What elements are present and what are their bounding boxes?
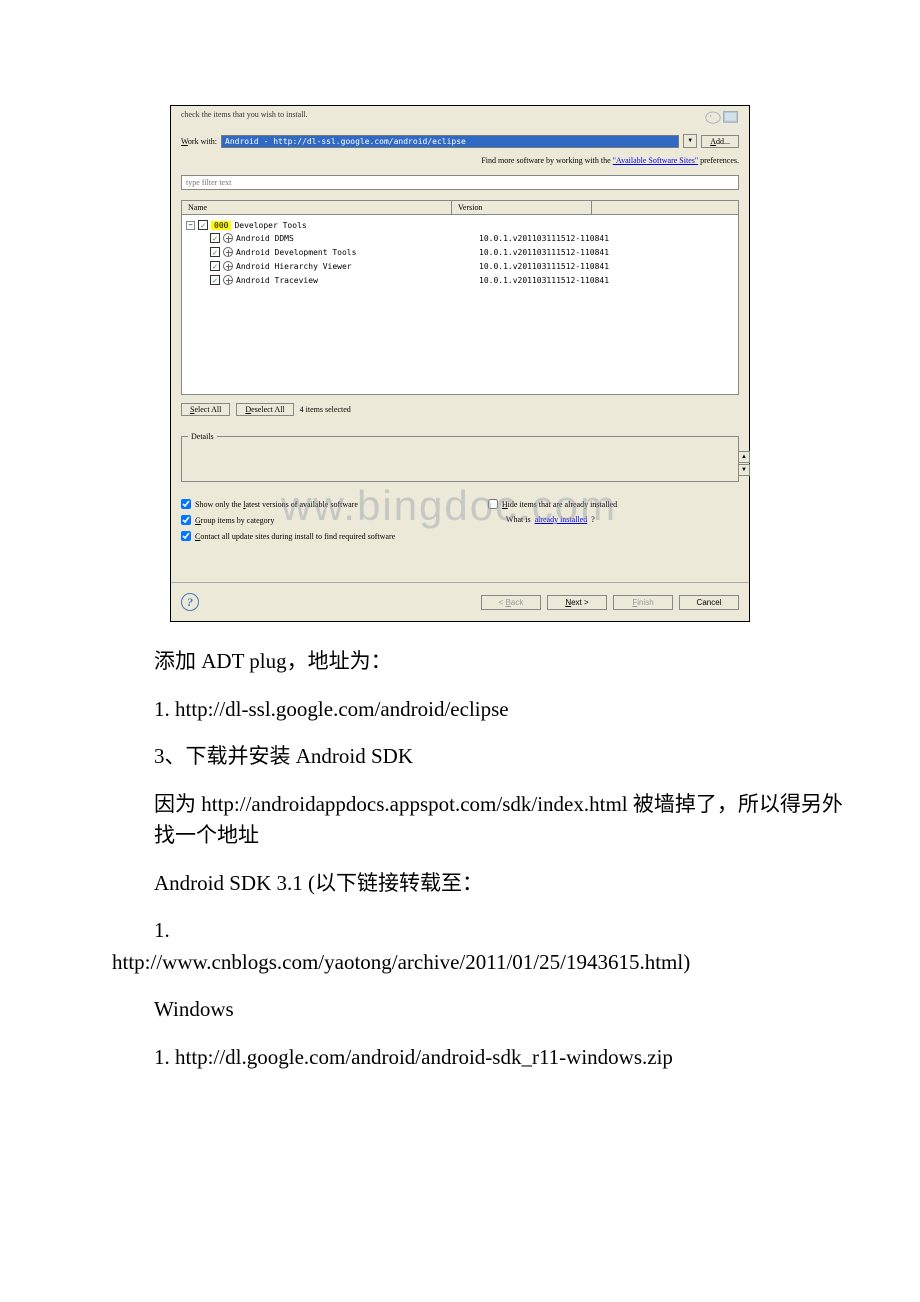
already-row: What is already installed ? xyxy=(488,512,739,527)
software-tree: Name Version − ✓ 000 Developer Tools ✓ A… xyxy=(181,200,739,395)
option-row: Contact all update sites during install … xyxy=(181,528,488,544)
opt-contact-label: Contact all update sites during install … xyxy=(195,532,395,541)
work-with-label: Work with: xyxy=(181,137,217,146)
article-p4: 因为 http://androidappdocs.appspot.com/sdk… xyxy=(154,789,850,852)
child-version: 10.0.1.v201103111512-110841 xyxy=(479,276,609,285)
child-checkbox[interactable]: ✓ xyxy=(210,275,220,285)
child-name: Android Traceview xyxy=(236,276,476,285)
work-with-input[interactable] xyxy=(221,135,679,148)
back-button[interactable]: < Back xyxy=(481,595,541,610)
tree-child-row[interactable]: ✓ Android Hierarchy Viewer 10.0.1.v20110… xyxy=(186,259,734,273)
article-content: 添加 ADT plug，地址为： 1. http://dl-ssl.google… xyxy=(0,622,920,1119)
next-button[interactable]: Next > xyxy=(547,595,607,610)
button-bar: ? < Back Next > Finish Cancel xyxy=(171,582,749,621)
article-p1: 添加 ADT plug，地址为： xyxy=(154,646,850,678)
article-p6a: 1. xyxy=(154,915,850,947)
install-dialog: check the items that you wish to install… xyxy=(170,105,750,622)
child-checkbox[interactable]: ✓ xyxy=(210,261,220,271)
tree-header: Name Version xyxy=(181,200,739,215)
already-installed-link[interactable]: already installed xyxy=(535,515,588,524)
child-name: Android Hierarchy Viewer xyxy=(236,262,476,271)
details-fieldset: Details ▲ ▼ xyxy=(181,432,739,482)
opt-latest-label: Show only the latest versions of availab… xyxy=(195,500,358,509)
header-logo-icon xyxy=(701,106,741,128)
add-button[interactable]: Add... xyxy=(701,135,739,148)
already-prefix: What is xyxy=(506,515,531,524)
deselect-all-button[interactable]: Deselect All xyxy=(236,403,293,416)
column-name[interactable]: Name xyxy=(182,201,452,214)
opt-contact-checkbox[interactable] xyxy=(181,531,191,541)
items-selected-label: 4 items selected xyxy=(300,405,351,414)
details-scroll: ▲ ▼ xyxy=(738,451,750,476)
already-suffix: ? xyxy=(591,515,595,524)
help-icon[interactable]: ? xyxy=(181,593,199,611)
select-all-button[interactable]: Select All xyxy=(181,403,230,416)
article-p6b: http://www.cnblogs.com/yaotong/archive/2… xyxy=(112,947,850,979)
child-version: 10.0.1.v201103111512-110841 xyxy=(479,262,609,271)
tree-body[interactable]: − ✓ 000 Developer Tools ✓ Android DDMS 1… xyxy=(181,215,739,395)
article-p8: 1. http://dl.google.com/android/android-… xyxy=(154,1042,850,1074)
option-row: Show only the latest versions of availab… xyxy=(181,496,488,512)
option-row: Hide items that are already installed xyxy=(488,496,739,512)
child-name: Android Development Tools xyxy=(236,248,476,257)
opt-group-checkbox[interactable] xyxy=(181,515,191,525)
tree-child-row[interactable]: ✓ Android DDMS 10.0.1.v201103111512-1108… xyxy=(186,231,734,245)
cancel-button[interactable]: Cancel xyxy=(679,595,739,610)
column-blank xyxy=(592,201,738,214)
select-row: Select All Deselect All 4 items selected xyxy=(171,395,749,424)
parent-label: Developer Tools xyxy=(234,221,306,230)
work-with-dropdown[interactable]: ▼ xyxy=(683,134,697,148)
plugin-icon xyxy=(223,247,233,257)
plugin-icon xyxy=(223,233,233,243)
header-text: check the items that you wish to install… xyxy=(181,110,308,119)
scroll-up-icon[interactable]: ▲ xyxy=(738,451,750,463)
dialog-header: check the items that you wish to install… xyxy=(171,106,749,128)
options-right: Hide items that are already installed Wh… xyxy=(488,496,739,544)
tree-child-row[interactable]: ✓ Android Development Tools 10.0.1.v2011… xyxy=(186,245,734,259)
hint-row: Find more software by working with the "… xyxy=(171,154,749,171)
option-row: Group items by category xyxy=(181,512,488,528)
filter-input[interactable] xyxy=(181,175,739,190)
opt-hide-label: Hide items that are already installed xyxy=(502,500,617,509)
plugin-icon xyxy=(223,275,233,285)
hint-prefix: Find more software by working with the xyxy=(481,156,612,165)
collapse-icon[interactable]: − xyxy=(186,221,195,230)
plugin-icon xyxy=(223,261,233,271)
column-version[interactable]: Version xyxy=(452,201,592,214)
options-area: ww.bingdoc.com Show only the latest vers… xyxy=(171,490,749,552)
opt-hide-checkbox[interactable] xyxy=(488,499,498,509)
child-name: Android DDMS xyxy=(236,234,476,243)
opt-latest-checkbox[interactable] xyxy=(181,499,191,509)
article-p2: 1. http://dl-ssl.google.com/android/ecli… xyxy=(154,694,850,726)
finish-button[interactable]: Finish xyxy=(613,595,673,610)
article-p3: 3、下载并安装 Android SDK xyxy=(154,741,850,773)
scroll-down-icon[interactable]: ▼ xyxy=(738,464,750,476)
tree-parent-row[interactable]: − ✓ 000 Developer Tools xyxy=(186,219,734,231)
options-left: Show only the latest versions of availab… xyxy=(181,496,488,544)
details-legend: Details xyxy=(188,432,217,441)
parent-checkbox[interactable]: ✓ xyxy=(198,220,208,230)
opt-group-label: Group items by category xyxy=(195,516,274,525)
child-checkbox[interactable]: ✓ xyxy=(210,247,220,257)
child-version: 10.0.1.v201103111512-110841 xyxy=(479,248,609,257)
hint-suffix: preferences. xyxy=(700,156,739,165)
parent-highlight: 000 xyxy=(211,221,231,230)
tree-child-row[interactable]: ✓ Android Traceview 10.0.1.v201103111512… xyxy=(186,273,734,287)
work-with-row: Work with: ▼ Add... xyxy=(171,128,749,154)
article-p7: Windows xyxy=(154,994,850,1026)
child-checkbox[interactable]: ✓ xyxy=(210,233,220,243)
child-version: 10.0.1.v201103111512-110841 xyxy=(479,234,609,243)
article-p5: Android SDK 3.1 (以下链接转载至： xyxy=(154,868,850,900)
available-sites-link[interactable]: "Available Software Sites" xyxy=(613,156,698,165)
